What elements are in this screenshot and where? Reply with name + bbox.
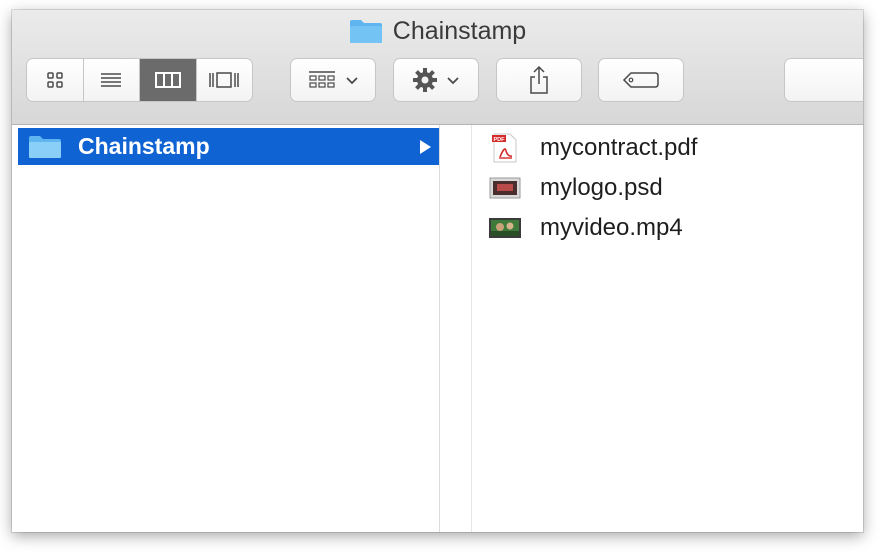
image-icon — [489, 177, 521, 199]
tag-icon — [622, 72, 659, 88]
cover-flow-view-button[interactable] — [197, 59, 253, 101]
column-resize-strip[interactable] — [440, 125, 472, 532]
column-browser: Chainstamp PDF mycontract.pdf mylogo.psd… — [12, 125, 863, 532]
file-name: myvideo.mp4 — [540, 214, 683, 241]
cover-flow-icon — [209, 72, 239, 88]
disclosure-arrow-icon — [420, 139, 431, 154]
window-title: Chainstamp — [12, 16, 863, 46]
list-item-chainstamp[interactable]: Chainstamp — [18, 128, 439, 165]
column-view-button[interactable] — [140, 59, 197, 101]
video-icon — [489, 218, 521, 238]
finder-window: Chainstamp Chainstamp PDF mycontract.pdf… — [12, 10, 863, 532]
list-item-label: Chainstamp — [78, 133, 210, 159]
svg-text:PDF: PDF — [494, 137, 506, 143]
gear-icon — [413, 68, 437, 92]
file-item-mycontract[interactable]: PDF mycontract.pdf — [488, 129, 697, 167]
file-name: mylogo.psd — [540, 174, 663, 201]
column-2: PDF mycontract.pdf mylogo.psd myvideo.mp… — [472, 125, 863, 532]
group-icon — [309, 71, 335, 88]
file-name: mycontract.pdf — [540, 134, 698, 161]
file-item-myvideo[interactable]: myvideo.mp4 — [488, 209, 683, 247]
file-item-mylogo[interactable]: mylogo.psd — [488, 169, 663, 207]
list-view-button[interactable] — [84, 59, 140, 101]
column-1: Chainstamp — [12, 125, 440, 532]
folder-icon — [29, 135, 61, 158]
share-icon — [530, 65, 548, 94]
share-button[interactable] — [496, 58, 582, 102]
search-field[interactable] — [784, 58, 863, 102]
window-title-text: Chainstamp — [392, 16, 527, 45]
folder-icon — [349, 20, 382, 43]
chevron-down-icon — [447, 77, 459, 85]
grid-icon — [47, 72, 63, 88]
arrange-button[interactable] — [290, 58, 376, 102]
view-mode-segmented-control — [26, 58, 253, 102]
action-button[interactable] — [393, 58, 479, 102]
icon-view-button[interactable] — [27, 59, 84, 101]
tags-button[interactable] — [598, 58, 684, 102]
list-icon — [101, 73, 122, 87]
titlebar: Chainstamp — [12, 10, 863, 125]
columns-icon — [154, 72, 181, 88]
chevron-down-icon — [346, 77, 358, 85]
pdf-icon: PDF — [492, 133, 517, 163]
